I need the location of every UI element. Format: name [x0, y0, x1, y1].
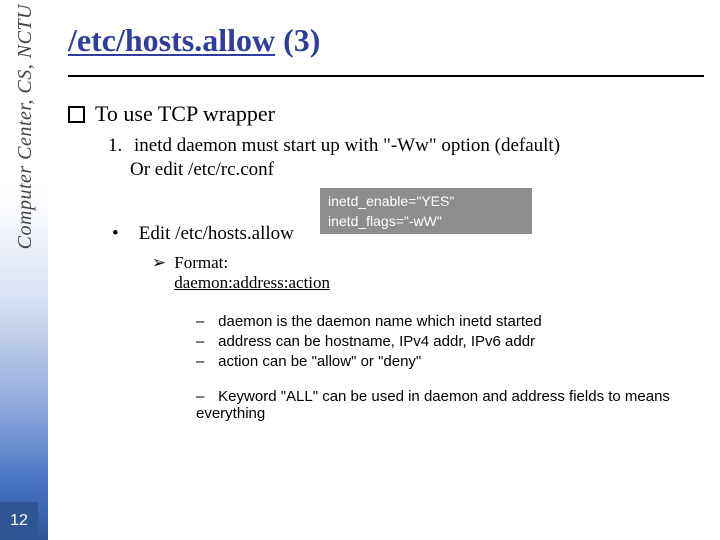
l4-text-2: address can be hostname, IPv4 addr, IPv6…: [218, 333, 535, 350]
l4-text-1: daemon is the daemon name which inetd st…: [218, 313, 542, 330]
triangle-bullet-icon: ➢: [152, 253, 170, 273]
l3-text2-format: daemon:address:action: [174, 273, 330, 292]
title-part-2: allow: [202, 22, 275, 58]
l2c-text: Edit /etc/hosts.allow: [139, 223, 294, 244]
code-line-1: inetd_enable="YES": [328, 192, 524, 212]
numbered-item-1: 1. inetd daemon must start up with "-Ww"…: [112, 135, 704, 157]
dash-icon: –: [196, 353, 214, 370]
title-part-1: /etc/hosts.: [68, 22, 202, 58]
square-bullet-icon: [68, 106, 85, 123]
code-line-2: inetd_flags="-wW": [328, 212, 524, 232]
l4-text-4: Keyword "ALL" can be used in daemon and …: [196, 388, 670, 422]
list-number: 1.: [108, 135, 122, 157]
dash-item-1: – daemon is the daemon name which inetd …: [196, 313, 704, 330]
dash-icon: –: [196, 333, 214, 350]
side-rail: Computer Center, CS, NCTU: [0, 0, 48, 540]
dash-icon: –: [196, 388, 214, 405]
dash-item-2: – address can be hostname, IPv4 addr, IP…: [196, 333, 704, 350]
bullet-level-1: To use TCP wrapper: [68, 101, 704, 127]
dash-item-4: – Keyword "ALL" can be used in daemon an…: [196, 388, 704, 422]
page-number: 12: [0, 502, 38, 540]
l3-text1: Format:: [174, 253, 228, 272]
title-part-3: (3): [275, 22, 320, 58]
dash-icon: –: [196, 313, 214, 330]
slide-title: /etc/hosts.allow (3): [68, 22, 704, 59]
l1-text: To use TCP wrapper: [95, 101, 275, 127]
sub-bullet-format: ➢ Format: daemon:address:action: [152, 253, 704, 293]
dash-item-3: – action can be "allow" or "deny": [196, 353, 704, 370]
title-underline-rule: [68, 75, 704, 77]
slide: Computer Center, CS, NCTU 12 /etc/hosts.…: [0, 0, 720, 540]
side-organization-text: Computer Center, CS, NCTU: [14, 4, 37, 249]
l2-text: inetd daemon must start up with "-Ww" op…: [134, 135, 704, 157]
l2-continuation: Or edit /etc/rc.conf: [130, 159, 704, 181]
code-snippet-box: inetd_enable="YES" inetd_flags="-wW": [320, 188, 532, 234]
disc-bullet-icon: •: [112, 223, 134, 245]
l4-text-3: action can be "allow" or "deny": [218, 353, 421, 370]
